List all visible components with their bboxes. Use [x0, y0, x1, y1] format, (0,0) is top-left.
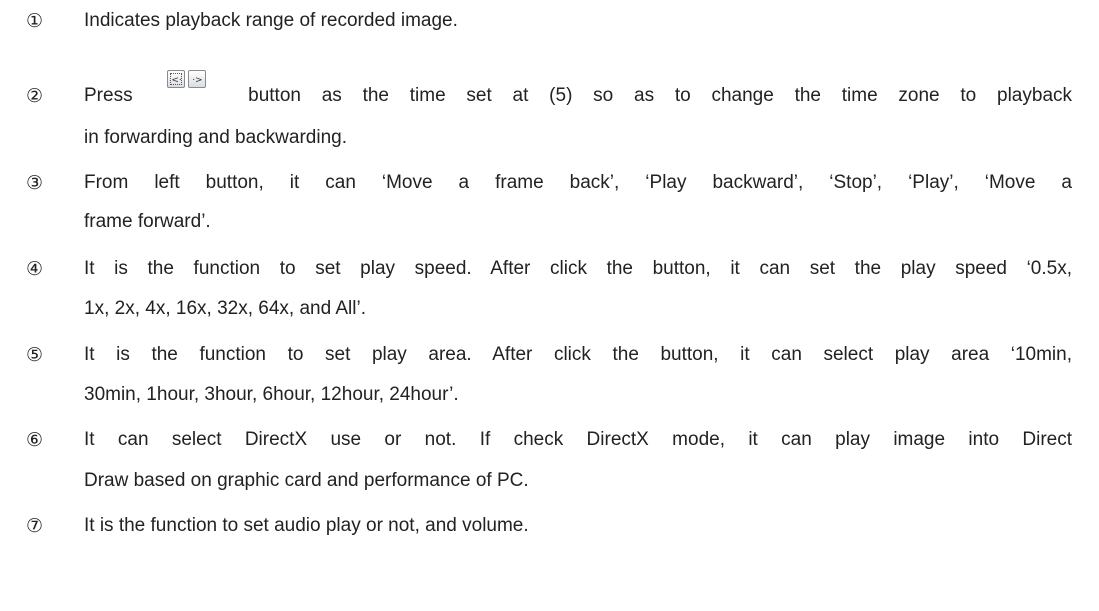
- item-marker-5: ⑤: [26, 344, 44, 366]
- item-4-line-2: 1x, 2x, 4x, 16x, 32x, 64x, and All’.: [84, 298, 366, 319]
- item-5-line-2: 30min, 1hour, 3hour, 6hour, 12hour, 24ho…: [84, 384, 459, 405]
- manual-page: ① Indicates playback range of recorded i…: [0, 0, 1099, 611]
- item-2-line-1: Press <· ·> button as the time set at (5…: [84, 70, 1073, 116]
- item-marker-3: ③: [26, 172, 44, 194]
- item-2-after-text: button as the time set at (5) so as to c…: [248, 85, 1073, 106]
- item-1-line-1: Indicates playback range of recorded ima…: [84, 10, 458, 31]
- item-marker-4: ④: [26, 258, 44, 280]
- item-6-line-2: Draw based on graphic card and performan…: [84, 470, 529, 491]
- item-7-line-1: It is the function to set audio play or …: [84, 515, 529, 536]
- item-2-line-2: in forwarding and backwarding.: [84, 127, 347, 148]
- item-5-line-1: It is the function to set play area. Aft…: [84, 344, 1072, 365]
- item-3-line-1: From left button, it can ‘Move a frame b…: [84, 172, 1072, 193]
- backward-arrow-icon: <·: [172, 76, 182, 86]
- item-4-line-1: It is the function to set play speed. Af…: [84, 258, 1072, 279]
- forward-arrow-icon: ·>: [193, 76, 203, 86]
- backward-time-button[interactable]: <·: [167, 70, 186, 88]
- svg-text:·>: ·>: [193, 76, 203, 86]
- item-marker-1: ①: [26, 10, 44, 32]
- svg-text:<·: <·: [172, 76, 182, 86]
- item-marker-7: ⑦: [26, 515, 44, 537]
- time-shift-buttons: <· ·>: [167, 70, 209, 110]
- item-3-line-2: frame forward’.: [84, 211, 211, 232]
- forward-time-button[interactable]: ·>: [188, 70, 207, 88]
- item-2-press-text: Press: [84, 85, 133, 106]
- item-marker-2: ②: [26, 85, 44, 107]
- item-marker-6: ⑥: [26, 429, 44, 451]
- item-6-line-1: It can select DirectX use or not. If che…: [84, 429, 1072, 450]
